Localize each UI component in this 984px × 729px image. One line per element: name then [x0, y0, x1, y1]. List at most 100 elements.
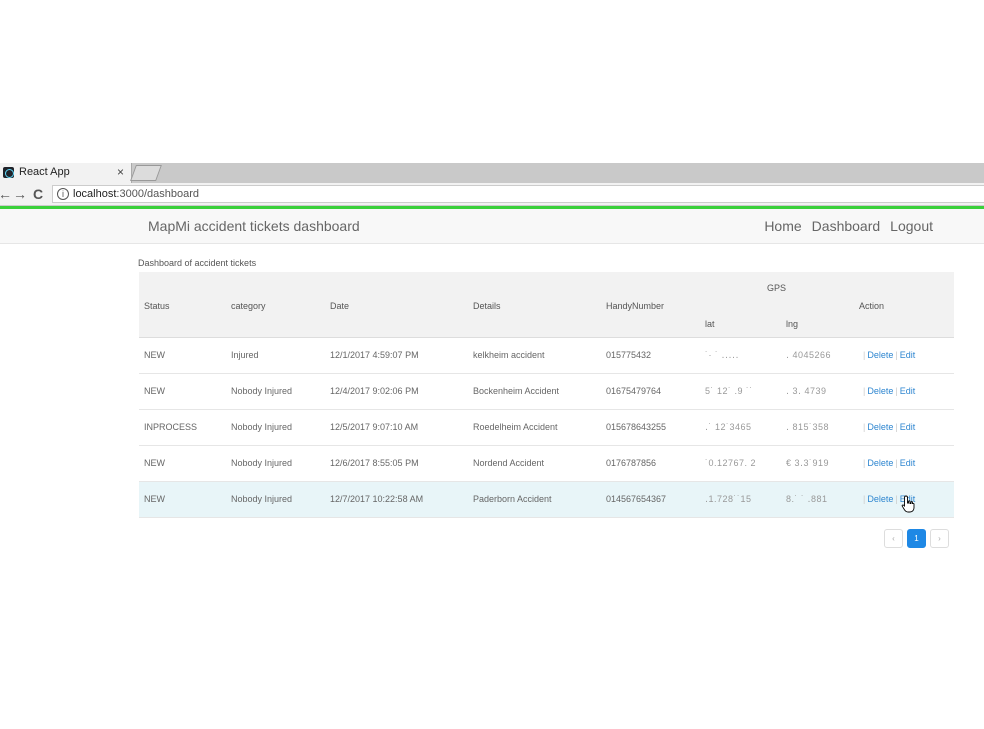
header-gps: GPS: [767, 283, 787, 293]
separator: |: [863, 422, 866, 432]
table-row: NEW Injured 12/1/2017 4:59:07 PM kelkhei…: [139, 338, 954, 374]
url-path: :3000/dashboard: [116, 188, 199, 200]
edit-link[interactable]: Edit: [900, 386, 916, 396]
tickets-table: Status category Date Details HandyNumber…: [139, 272, 954, 518]
cell-status: INPROCESS: [144, 422, 198, 432]
url-input[interactable]: i localhost:3000/dashboard: [52, 185, 984, 203]
app-navbar: MapMi accident tickets dashboard Home Da…: [0, 209, 984, 244]
url-host: localhost: [73, 188, 117, 200]
url-text: localhost:3000/dashboard: [73, 188, 199, 200]
header-date: Date: [330, 301, 350, 311]
header-status: Status: [144, 301, 170, 311]
browser-tabstrip: React App ×: [0, 163, 984, 183]
row-actions: |Delete|Edit: [861, 458, 915, 468]
cell-lat: ․˙ 12˙3465: [705, 422, 752, 432]
nav-dashboard[interactable]: Dashboard: [812, 218, 881, 234]
nav-home[interactable]: Home: [764, 218, 801, 234]
edit-link[interactable]: Edit: [900, 458, 916, 468]
edit-link[interactable]: Edit: [900, 422, 916, 432]
cell-details: Bockenheim Accident: [473, 386, 560, 396]
row-actions: |Delete|Edit: [861, 422, 915, 432]
cell-status: NEW: [144, 350, 165, 360]
react-icon: [3, 167, 14, 178]
header-category: category: [231, 301, 266, 311]
cell-category: Nobody Injured: [231, 422, 293, 432]
cell-details: Roedelheim Accident: [473, 422, 558, 432]
cell-category: Nobody Injured: [231, 458, 293, 468]
info-icon[interactable]: i: [57, 188, 69, 200]
header-details: Details: [473, 301, 501, 311]
delete-link[interactable]: Delete: [867, 494, 893, 504]
separator: |: [895, 386, 898, 396]
cell-lng: 8.˙ ˙ ․881: [786, 494, 828, 504]
delete-link[interactable]: Delete: [867, 350, 893, 360]
cell-category: Nobody Injured: [231, 494, 293, 504]
screen: React App × ← → C i localhost:3000/dashb…: [0, 0, 984, 729]
separator: |: [895, 350, 898, 360]
cell-details: kelkheim accident: [473, 350, 545, 360]
cell-lat: 5˙ 12˙ .9 ˙˙: [705, 386, 754, 396]
cell-date: 12/7/2017 10:22:58 AM: [330, 494, 424, 504]
page-1-button[interactable]: 1: [907, 529, 926, 548]
close-icon[interactable]: ×: [117, 165, 124, 179]
table-row: NEW Nobody Injured 12/4/2017 9:02:06 PM …: [139, 374, 954, 410]
cell-details: Paderborn Accident: [473, 494, 552, 504]
cell-lat: ˙0.12767. 2: [705, 458, 757, 468]
next-page-button[interactable]: ›: [930, 529, 949, 548]
cell-status: NEW: [144, 458, 165, 468]
browser-tab[interactable]: React App ×: [0, 163, 132, 183]
back-icon[interactable]: ←: [0, 186, 12, 202]
cell-lng: € 3․3˙919: [786, 458, 830, 468]
cell-category: Injured: [231, 350, 259, 360]
cell-lat: ․1.728˙˙15: [705, 494, 752, 504]
table-row: INPROCESS Nobody Injured 12/5/2017 9:07:…: [139, 410, 954, 446]
cell-handynumber: 01675479764: [606, 386, 662, 396]
cell-lat: ˙· ˙ ․․․․․: [705, 350, 740, 360]
row-actions: |Delete|Edit: [861, 350, 915, 360]
cell-date: 12/4/2017 9:02:06 PM: [330, 386, 419, 396]
separator: |: [863, 494, 866, 504]
hand-cursor-icon: [901, 495, 915, 513]
separator: |: [863, 350, 866, 360]
cell-date: 12/6/2017 8:55:05 PM: [330, 458, 419, 468]
forward-icon[interactable]: →: [13, 186, 27, 202]
cell-details: Nordend Accident: [473, 458, 545, 468]
cell-handynumber: 0176787856: [606, 458, 657, 468]
cell-lng: ․ 3․ 4739: [786, 386, 827, 396]
table-row: NEW Nobody Injured 12/6/2017 8:55:05 PM …: [139, 446, 954, 482]
separator: |: [895, 422, 898, 432]
cell-category: Nobody Injured: [231, 386, 293, 396]
table-caption: Dashboard of accident tickets: [138, 258, 257, 268]
cell-handynumber: 014567654367: [606, 494, 667, 504]
nav-logout[interactable]: Logout: [890, 218, 933, 234]
separator: |: [895, 458, 898, 468]
delete-link[interactable]: Delete: [867, 458, 893, 468]
pagination: ‹ 1 ›: [884, 529, 949, 548]
prev-page-button[interactable]: ‹: [884, 529, 903, 548]
cell-date: 12/1/2017 4:59:07 PM: [330, 350, 419, 360]
separator: |: [863, 458, 866, 468]
new-tab-button[interactable]: [130, 165, 162, 181]
delete-link[interactable]: Delete: [867, 386, 893, 396]
header-lat: lat: [705, 319, 715, 329]
cell-status: NEW: [144, 494, 165, 504]
edit-link[interactable]: Edit: [900, 350, 916, 360]
cell-date: 12/5/2017 9:07:10 AM: [330, 422, 419, 432]
cell-lng: ․ 815˙358: [786, 422, 830, 432]
delete-link[interactable]: Delete: [867, 422, 893, 432]
cell-handynumber: 015775432: [606, 350, 652, 360]
cell-lng: ․ 4045266: [786, 350, 832, 360]
separator: |: [863, 386, 866, 396]
separator: |: [895, 494, 898, 504]
table-row-hovered: NEW Nobody Injured 12/7/2017 10:22:58 AM…: [139, 482, 954, 518]
browser-toolbar: ← → C i localhost:3000/dashboard: [0, 183, 984, 206]
nav-links: Home Dashboard Logout: [764, 218, 933, 234]
row-actions: |Delete|Edit: [861, 386, 915, 396]
tab-title: React App: [19, 166, 70, 178]
reload-icon[interactable]: C: [33, 186, 43, 202]
header-action: Action: [859, 301, 885, 311]
header-lng: lng: [786, 319, 799, 329]
app-brand[interactable]: MapMi accident tickets dashboard: [148, 218, 360, 234]
table-header: Status category Date Details HandyNumber…: [139, 272, 954, 338]
cell-status: NEW: [144, 386, 165, 396]
